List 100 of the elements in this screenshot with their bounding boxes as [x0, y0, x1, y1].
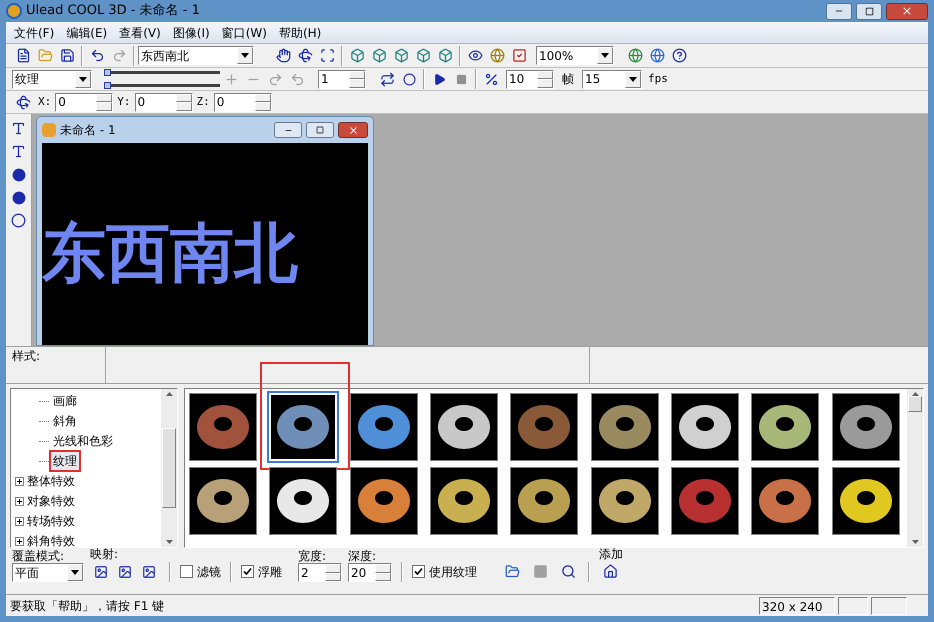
- menu-item[interactable]: 帮助(H): [278, 24, 322, 42]
- document-icon: [42, 123, 56, 137]
- status-panel: [838, 596, 868, 614]
- canvas-size: 320 x 240: [759, 596, 835, 614]
- scroll-down-icon[interactable]: [912, 540, 918, 544]
- close-button[interactable]: [338, 122, 368, 138]
- checkbox[interactable]: [412, 565, 425, 578]
- texture-thumbnail[interactable]: [189, 393, 257, 461]
- texture-thumbnail[interactable]: [269, 467, 338, 535]
- slider-track[interactable]: [104, 68, 220, 77]
- checkbox[interactable]: [241, 565, 254, 578]
- scrollbar[interactable]: [161, 389, 177, 547]
- texture-thumbnail[interactable]: [350, 467, 418, 535]
- spinner-arrows-icon: [254, 94, 271, 110]
- maximize-icon: [316, 126, 324, 134]
- tree-item[interactable]: 光线和色彩: [51, 432, 115, 450]
- menu-item[interactable]: 图像(I): [172, 24, 210, 42]
- close-icon: [348, 124, 358, 136]
- tree-item[interactable]: 斜角特效: [27, 532, 75, 547]
- texture-thumbnail[interactable]: [751, 467, 820, 535]
- expand-icon[interactable]: [15, 516, 24, 526]
- menu-item[interactable]: 文件(F): [14, 24, 54, 42]
- maximize-button[interactable]: [306, 122, 334, 138]
- minimize-button[interactable]: [274, 122, 302, 138]
- texture-thumbnail[interactable]: [590, 467, 659, 535]
- texture-thumbnail[interactable]: [590, 393, 659, 461]
- expand-icon[interactable]: [15, 496, 24, 506]
- zoom-combo[interactable]: 100%: [536, 46, 614, 65]
- menu-item[interactable]: 查看(V): [119, 24, 161, 42]
- spinner-arrows-icon: [375, 564, 391, 581]
- status-panel: [871, 596, 907, 614]
- spinner-arrows-icon: [96, 94, 112, 110]
- coordinate-spinner[interactable]: 0: [55, 92, 114, 112]
- mode-combo[interactable]: 平面: [12, 563, 84, 582]
- text-combo[interactable]: 东西南北: [138, 46, 254, 65]
- fps-button[interactable]: fps: [648, 70, 668, 88]
- texture-thumbnail[interactable]: [350, 393, 418, 461]
- add-label: 添加: [599, 547, 623, 561]
- scrollbar[interactable]: [907, 389, 923, 547]
- scroll-thumb[interactable]: [908, 396, 922, 412]
- texture-thumbnail[interactable]: [832, 393, 900, 461]
- step-spinner[interactable]: 10: [506, 70, 554, 88]
- close-button[interactable]: [886, 2, 928, 20]
- document-title: 未命名 - 1: [60, 122, 117, 139]
- scroll-up-icon[interactable]: [166, 392, 172, 396]
- expand-icon[interactable]: [15, 536, 24, 546]
- depth-spinner[interactable]: 20: [348, 563, 392, 582]
- slider-track[interactable]: [104, 81, 220, 90]
- expand-icon[interactable]: [15, 476, 24, 486]
- coordinate-spinner[interactable]: 0: [214, 92, 272, 112]
- app-logo-icon: [6, 3, 22, 19]
- category-combo[interactable]: 纹理: [12, 70, 92, 88]
- tree-item[interactable]: 整体特效: [27, 472, 75, 490]
- scroll-thumb[interactable]: [162, 428, 176, 508]
- canvas-3d-text: 东西南北: [42, 222, 298, 286]
- close-icon: [901, 5, 913, 17]
- spinner-arrows-icon: [349, 70, 365, 88]
- frame-spinner[interactable]: 1: [318, 70, 366, 88]
- minimize-button[interactable]: [826, 2, 852, 20]
- texture-thumbnail[interactable]: [430, 393, 498, 461]
- texture-thumbnail[interactable]: [510, 393, 578, 461]
- width-spinner[interactable]: 2: [298, 563, 342, 582]
- style-label: 样式:: [6, 347, 106, 383]
- spinner-arrows-icon: [537, 70, 553, 88]
- coordinate-label: X:: [38, 94, 52, 110]
- texture-thumbnail[interactable]: [751, 393, 820, 461]
- coordinate-label: Z:: [196, 94, 210, 110]
- tree-item[interactable]: 纹理: [51, 452, 79, 470]
- texture-thumbnail[interactable]: [832, 467, 900, 535]
- texture-thumbnail[interactable]: [671, 393, 739, 461]
- maximize-button[interactable]: [856, 2, 882, 20]
- texture-thumbnail[interactable]: [189, 467, 257, 535]
- depth-label: 深度:: [348, 549, 378, 563]
- texture-thumbnail[interactable]: [671, 467, 739, 535]
- fps-combo[interactable]: 15: [582, 70, 642, 88]
- texture-thumbnail[interactable]: [510, 467, 578, 535]
- frame-label: 帧: [562, 71, 574, 88]
- tree-item[interactable]: 画廊: [51, 392, 79, 410]
- coordinate-label: Y:: [117, 94, 130, 110]
- slider-thumb[interactable]: [104, 69, 111, 76]
- slider-thumb[interactable]: [104, 82, 111, 89]
- checkbox-option[interactable]: 浮雕: [241, 561, 282, 582]
- menu-item[interactable]: 编辑(E): [66, 24, 108, 42]
- scroll-down-icon[interactable]: [166, 540, 172, 544]
- texture-thumbnail[interactable]: [430, 467, 498, 535]
- tree-item[interactable]: 对象特效: [27, 492, 75, 510]
- maximize-icon: [864, 6, 874, 16]
- mode-label: 覆盖模式:: [12, 549, 66, 563]
- mapping-label: 映射:: [90, 547, 120, 561]
- spinner-arrows-icon: [325, 564, 341, 581]
- checkbox[interactable]: [180, 565, 193, 578]
- tree-item[interactable]: 转场特效: [27, 512, 75, 530]
- spinner-arrows-icon: [176, 94, 192, 110]
- status-message: 要获取「帮助」，请按 F1 键: [10, 598, 166, 614]
- width-label: 宽度:: [298, 549, 328, 563]
- menu-item[interactable]: 窗口(W): [222, 24, 267, 42]
- checkbox-option[interactable]: 滤镜: [180, 561, 221, 582]
- checkbox-option[interactable]: 使用纹理: [412, 561, 477, 582]
- tree-item[interactable]: 斜角: [51, 412, 79, 430]
- coordinate-spinner[interactable]: 0: [134, 92, 192, 112]
